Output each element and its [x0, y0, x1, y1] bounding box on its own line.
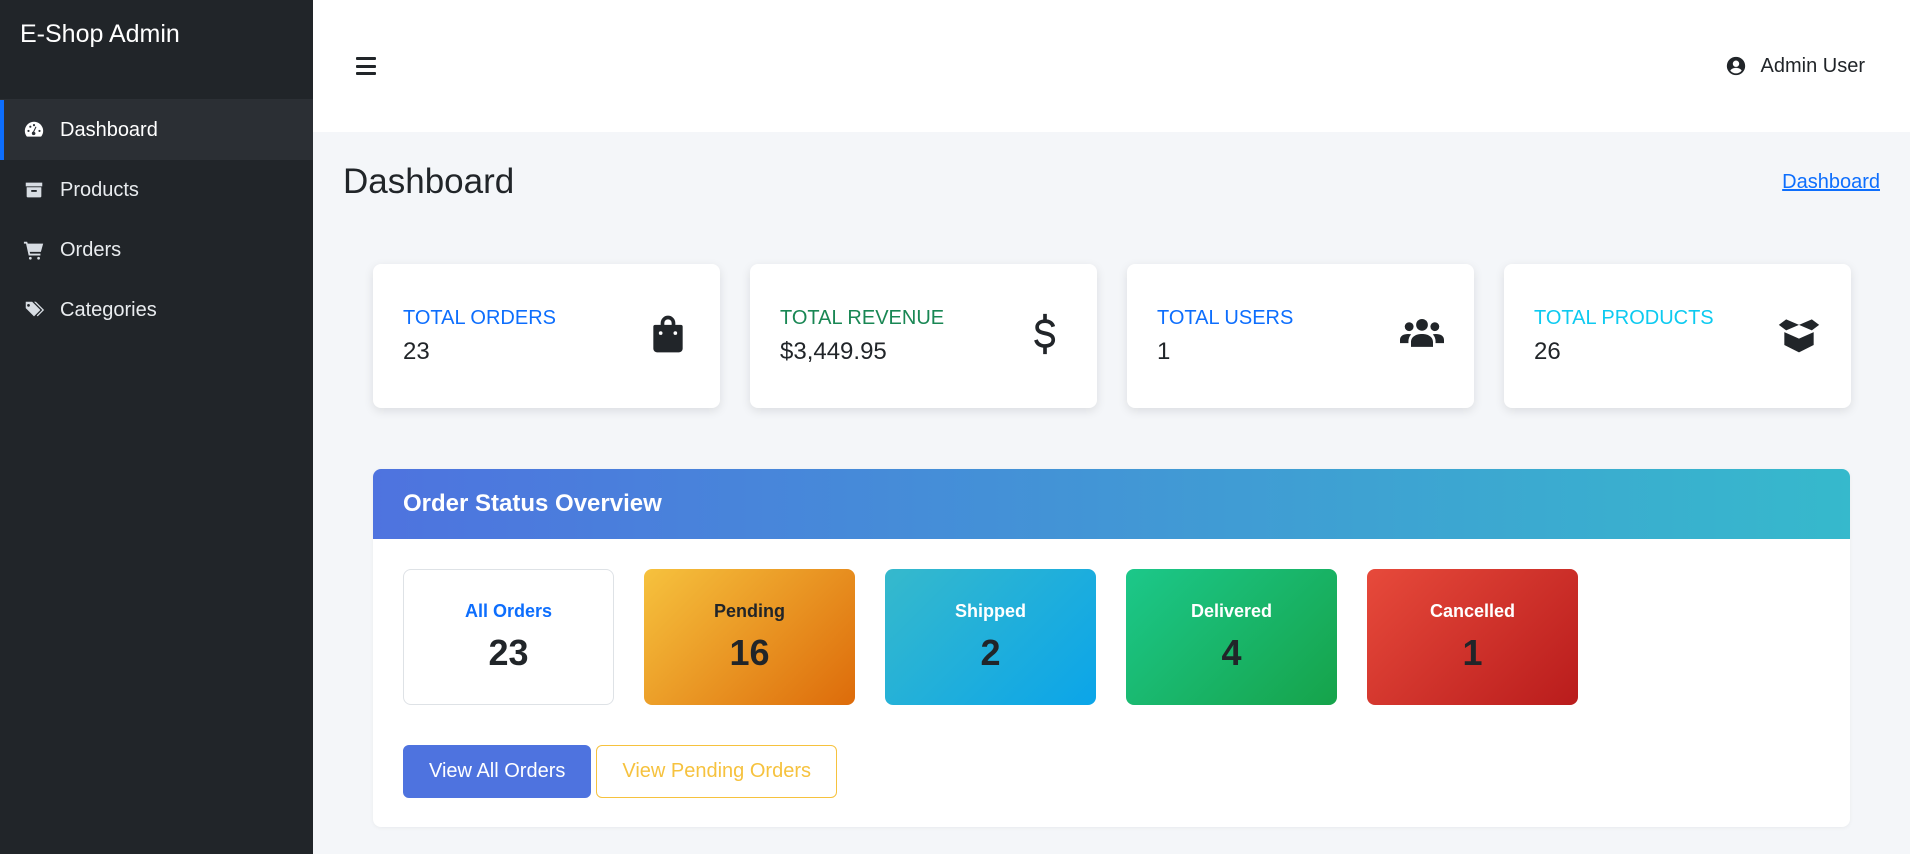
open-box-icon	[1777, 312, 1821, 361]
sidebar-item-label: Dashboard	[60, 118, 158, 141]
user-menu[interactable]: Admin User	[1725, 55, 1865, 78]
status-box-all-orders[interactable]: All Orders 23	[403, 569, 614, 705]
status-label: All Orders	[464, 600, 553, 621]
stat-value: 23	[403, 337, 430, 365]
stat-label: TOTAL PRODUCTS	[1534, 306, 1714, 329]
stat-value: $3,449.95	[780, 337, 887, 365]
status-box-shipped[interactable]: Shipped 2	[885, 569, 1096, 705]
stat-label: TOTAL ORDERS	[403, 306, 556, 329]
dollar-icon	[1023, 312, 1067, 361]
app-brand[interactable]: E-Shop Admin	[0, 0, 313, 100]
tags-icon	[22, 298, 46, 322]
sidebar: E-Shop Admin Dashboard Products Orders C…	[0, 0, 313, 854]
sidebar-item-dashboard[interactable]: Dashboard	[0, 100, 313, 160]
main-content: Dashboard Dashboard TOTAL ORDERS 23 TOTA…	[313, 132, 1910, 854]
stat-card-total-products: TOTAL PRODUCTS 26	[1504, 264, 1851, 408]
gauge-icon	[22, 118, 46, 142]
status-count: 2	[980, 631, 1001, 673]
view-pending-orders-button[interactable]: View Pending Orders	[596, 745, 837, 798]
status-label: Cancelled	[1429, 600, 1516, 621]
sidebar-item-products[interactable]: Products	[0, 160, 313, 220]
sidebar-item-label: Categories	[60, 298, 157, 321]
top-bar: Admin User	[313, 0, 1910, 132]
stat-value: 1	[1157, 337, 1171, 365]
user-name: Admin User	[1760, 54, 1865, 77]
stat-label: TOTAL USERS	[1157, 306, 1294, 329]
sidebar-item-label: Orders	[60, 238, 122, 261]
box-icon	[22, 178, 46, 202]
stat-card-total-orders: TOTAL ORDERS 23	[373, 264, 720, 408]
status-label: Pending	[714, 600, 785, 621]
panel-title: Order Status Overview	[403, 490, 662, 517]
user-circle-icon	[1726, 56, 1745, 76]
stat-card-total-revenue: TOTAL REVENUE $3,449.95	[750, 264, 1097, 408]
shopping-bag-icon	[646, 312, 690, 361]
status-box-pending[interactable]: Pending 16	[644, 569, 855, 705]
status-count: 1	[1462, 631, 1483, 673]
status-count: 23	[488, 631, 529, 673]
view-all-orders-button[interactable]: View All Orders	[403, 745, 592, 798]
users-icon	[1400, 312, 1444, 361]
status-label: Delivered	[1190, 600, 1273, 621]
status-label: Shipped	[955, 600, 1026, 621]
status-box-cancelled[interactable]: Cancelled 1	[1367, 569, 1578, 705]
status-row: All Orders 23 Pending 16 Shipped 2 Deliv…	[373, 539, 1850, 705]
sidebar-item-label: Products	[60, 178, 139, 201]
status-box-delivered[interactable]: Delivered 4	[1126, 569, 1337, 705]
hamburger-icon[interactable]	[356, 57, 376, 75]
stat-label: TOTAL REVENUE	[780, 306, 945, 329]
stat-value: 26	[1534, 337, 1561, 365]
cart-icon	[22, 238, 46, 262]
sidebar-item-orders[interactable]: Orders	[0, 220, 313, 280]
breadcrumb[interactable]: Dashboard	[1782, 171, 1880, 194]
status-count: 4	[1221, 631, 1242, 673]
order-status-panel: Order Status Overview All Orders 23 Pend…	[373, 469, 1850, 827]
panel-header: Order Status Overview	[373, 469, 1850, 539]
page-title: Dashboard	[343, 162, 515, 201]
sidebar-item-categories[interactable]: Categories	[0, 280, 313, 340]
sidebar-nav: Dashboard Products Orders Categories	[0, 100, 313, 340]
stats-row: TOTAL ORDERS 23 TOTAL REVENUE $3,449.95 …	[373, 264, 1851, 408]
status-count: 16	[729, 631, 770, 673]
stat-card-total-users: TOTAL USERS 1	[1127, 264, 1474, 408]
panel-actions: View All Orders View Pending Orders	[373, 705, 1850, 798]
page-header: Dashboard Dashboard	[313, 132, 1910, 202]
